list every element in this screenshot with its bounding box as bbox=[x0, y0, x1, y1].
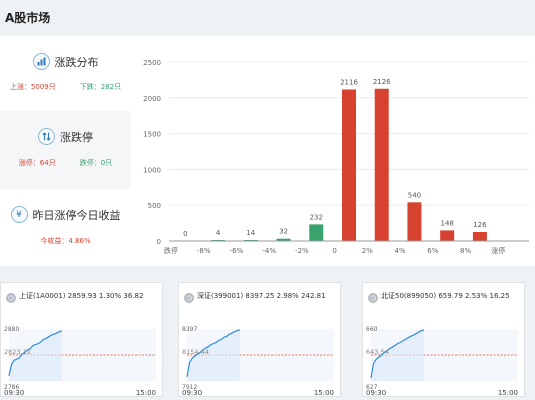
index-card-shanghai[interactable]: ◷ 上证(1A0001) 2859.93 1.30% 36.82 2880 2823… bbox=[0, 282, 163, 397]
bar-value-label: 0 bbox=[183, 230, 187, 238]
bar-value-label: 4 bbox=[216, 229, 221, 237]
y-tick-label: 1000 bbox=[143, 166, 161, 174]
x-tick-label: -8% bbox=[197, 247, 211, 255]
market-overview-panel: 涨跌分布 上涨：5009只 下跌：282只 涨跌停 涨停：64只 跌停：0只 ¥ bbox=[0, 36, 535, 266]
x-tick-label: 0 bbox=[332, 247, 336, 255]
clock-icon: ◷ bbox=[6, 293, 16, 303]
time-start-label: 09:30 bbox=[366, 389, 386, 397]
page-title: A股市场 bbox=[5, 11, 51, 25]
y-high-label: 660 bbox=[366, 326, 378, 333]
index-title: 北证50(899050) 659.79 2.53% 16.25 bbox=[381, 292, 510, 300]
x-tick-label: -4% bbox=[262, 247, 276, 255]
bar bbox=[309, 224, 324, 241]
up-count: 上涨：5009只 bbox=[9, 83, 56, 91]
bar bbox=[440, 230, 455, 241]
index-sparkline: 83978154.44791209:30 15:00 bbox=[182, 326, 334, 397]
y-mid-label: 8154.44 bbox=[182, 348, 209, 356]
x-tick-label: -2% bbox=[295, 247, 309, 255]
distribution-bar-chart: 0 500 1000 1500 2000 2500 0 4 14 32 232 2116 2126 540… bbox=[143, 59, 529, 255]
index-title: 上证(1A0001) 2859.93 1.30% 36.82 bbox=[19, 292, 144, 300]
y-mid-label: 2823.11 bbox=[4, 348, 31, 356]
distribution-block[interactable]: 涨跌分布 上涨：5009只 下跌：282只 bbox=[0, 36, 131, 111]
clock-icon: ◷ bbox=[184, 293, 194, 303]
distribution-title: 涨跌分布 bbox=[54, 55, 99, 69]
x-tick-label: 4% bbox=[395, 247, 406, 255]
index-card-shenzhen[interactable]: ◷ 深证(399001) 8397.25 2.98% 242.81 8397 815… bbox=[178, 282, 341, 397]
bar bbox=[374, 88, 389, 241]
bar-value-label: 2126 bbox=[373, 78, 391, 86]
bar-value-label: 32 bbox=[279, 228, 288, 236]
index-sparkline: 660643.5462709:30 15:00 bbox=[366, 326, 518, 397]
bar bbox=[342, 89, 356, 241]
page-header: A股市场 bbox=[0, 0, 535, 36]
clock-icon: ◷ bbox=[368, 293, 378, 303]
bar bbox=[472, 231, 487, 241]
limit-down-count: 跌停：0只 bbox=[79, 159, 113, 167]
x-tick-label: 涨停 bbox=[491, 246, 505, 255]
limit-up-count: 涨停：64只 bbox=[18, 159, 56, 167]
yesterday-title: 昨日涨停今日收益 bbox=[32, 208, 121, 222]
x-tick-label: -6% bbox=[230, 247, 244, 255]
index-title: 深证(399001) 8397.25 2.98% 242.81 bbox=[197, 292, 326, 300]
time-end-label: 15:00 bbox=[498, 389, 518, 397]
yen-icon: ¥ bbox=[10, 206, 28, 223]
y-tick-label: 500 bbox=[148, 202, 161, 210]
y-tick-label: 1500 bbox=[143, 131, 161, 139]
x-tick-label: 8% bbox=[460, 247, 471, 255]
y-high-label: 2880 bbox=[4, 326, 19, 333]
y-tick-label: 2500 bbox=[143, 59, 161, 67]
bar-value-label: 14 bbox=[246, 229, 255, 237]
down-count: 下跌：282只 bbox=[79, 83, 122, 91]
limits-title: 涨跌停 bbox=[60, 130, 93, 144]
bar-value-label: 540 bbox=[408, 191, 421, 199]
time-start-label: 09:30 bbox=[4, 389, 24, 397]
bar-value-label: 2116 bbox=[340, 78, 358, 86]
time-start-label: 09:30 bbox=[182, 389, 202, 397]
time-end-label: 15:00 bbox=[314, 389, 334, 397]
time-end-label: 15:00 bbox=[136, 389, 156, 397]
yesterday-yield-block[interactable]: ¥ 昨日涨停今日收益 今收益：4.86% bbox=[0, 189, 131, 266]
y-tick-label: 2000 bbox=[143, 95, 161, 103]
x-tick-label: 2% bbox=[362, 247, 373, 255]
bar bbox=[407, 202, 422, 241]
index-sparkline: 28802823.11278609:30 15:00 bbox=[4, 326, 156, 397]
stats-column: 涨跌分布 上涨：5009只 下跌：282只 涨跌停 涨停：64只 跌停：0只 ¥ bbox=[0, 36, 131, 266]
limit-block[interactable]: 涨跌停 涨停：64只 跌停：0只 bbox=[0, 111, 131, 189]
index-card-bse50[interactable]: ◷ 北证50(899050) 659.79 2.53% 16.25 660 643.… bbox=[362, 282, 525, 397]
y-tick-label: 0 bbox=[157, 238, 161, 246]
x-tick-label: 6% bbox=[427, 247, 438, 255]
up-down-arrows-icon bbox=[38, 128, 55, 145]
bar-chart-icon bbox=[32, 53, 50, 70]
index-cards: ◷ 上证(1A0001) 2859.93 1.30% 36.82 2880 2823… bbox=[0, 282, 535, 400]
x-tick-label: 跌停 bbox=[164, 246, 178, 255]
bar-value-label: 232 bbox=[310, 213, 323, 221]
bar-value-label: 126 bbox=[473, 221, 487, 229]
y-mid-label: 643.54 bbox=[366, 348, 389, 356]
yesterday-yield: 今收益：4.86% bbox=[40, 237, 91, 245]
bar-value-label: 148 bbox=[440, 219, 453, 227]
y-high-label: 8397 bbox=[182, 326, 197, 333]
